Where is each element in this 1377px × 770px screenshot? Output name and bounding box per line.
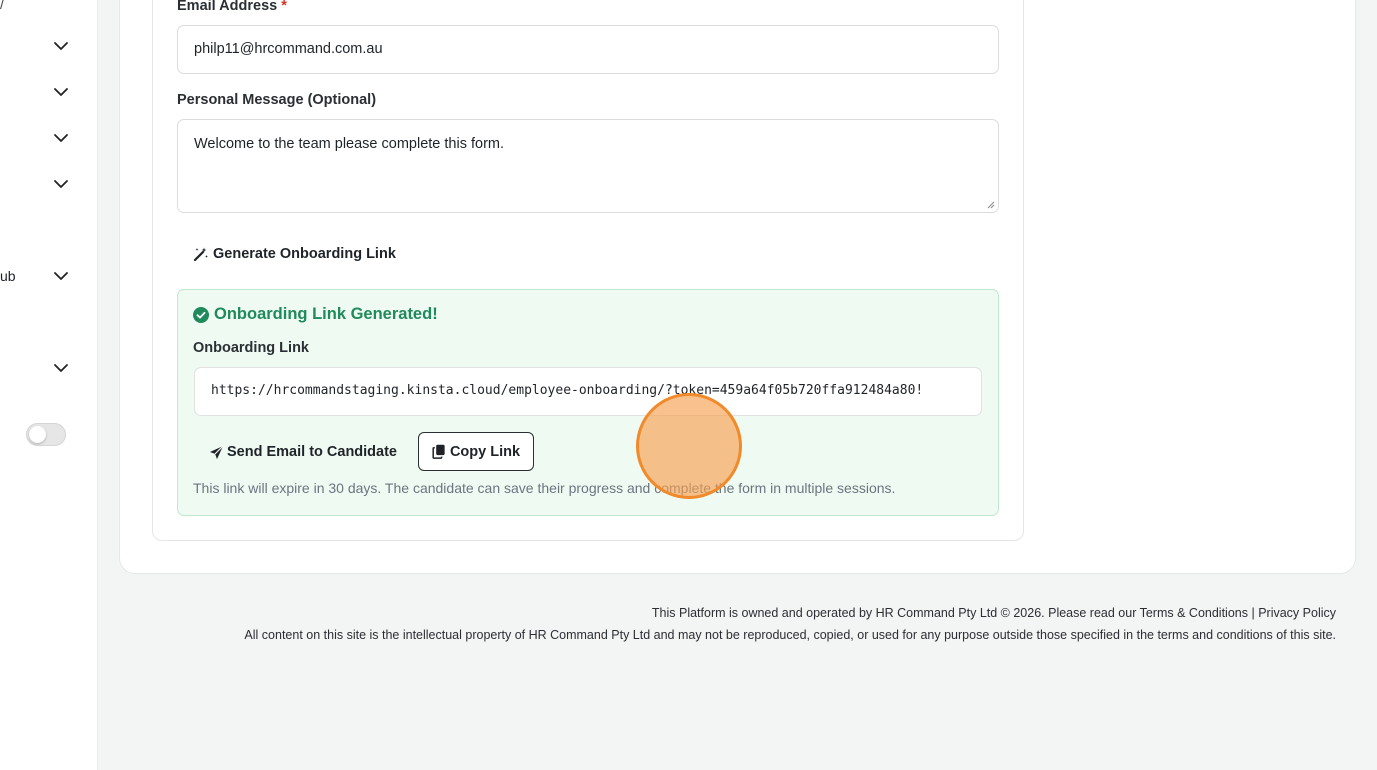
sidebar-item-label: ub	[0, 268, 16, 284]
send-email-label: Send Email to Candidate	[227, 444, 397, 460]
footer-ownership: This Platform is owned and operated by H…	[652, 606, 1336, 620]
sidebar-item-1[interactable]	[0, 31, 98, 61]
email-label: Email Address *	[177, 0, 287, 14]
sidebar-item-5[interactable]: ub	[0, 261, 98, 291]
sidebar-item-2[interactable]	[0, 77, 98, 107]
sidebar: / ub	[0, 0, 98, 770]
sidebar-text-fragment: /	[0, 0, 4, 12]
privacy-link[interactable]: Privacy Policy	[1258, 606, 1336, 620]
copy-icon	[432, 444, 445, 459]
email-field[interactable]: philp11@hrcommand.com.au	[177, 25, 999, 74]
email-value: philp11@hrcommand.com.au	[194, 41, 383, 57]
chevron-down-icon[interactable]	[52, 129, 70, 147]
onboarding-link-value: https://hrcommandstaging.kinsta.cloud/em…	[211, 383, 924, 398]
chevron-down-icon[interactable]	[52, 83, 70, 101]
onboarding-link-label: Onboarding Link	[193, 340, 309, 356]
message-value: Welcome to the team please complete this…	[194, 136, 505, 152]
expiry-note: This link will expire in 30 days. The ca…	[193, 480, 896, 496]
required-marker: *	[281, 0, 287, 14]
personal-message-textarea[interactable]: Welcome to the team please complete this…	[177, 119, 999, 213]
paper-plane-icon	[209, 445, 224, 459]
chevron-down-icon[interactable]	[52, 37, 70, 55]
onboarding-link-field[interactable]: https://hrcommandstaging.kinsta.cloud/em…	[194, 367, 982, 416]
footer-copyright-notice: All content on this site is the intellec…	[244, 628, 1336, 642]
click-indicator	[636, 393, 742, 499]
chevron-down-icon[interactable]	[52, 175, 70, 193]
toggle-knob	[29, 426, 46, 443]
terms-link[interactable]: Terms & Conditions	[1140, 606, 1248, 620]
footer-ownership-text: This Platform is owned and operated by H…	[651, 606, 1137, 620]
email-label-text: Email Address	[177, 0, 278, 14]
sidebar-item-4[interactable]	[0, 169, 98, 199]
copy-link-label: Copy Link	[449, 443, 521, 460]
sidebar-toggle-switch[interactable]	[26, 423, 66, 446]
sidebar-item-3[interactable]	[0, 123, 98, 153]
chevron-down-icon[interactable]	[52, 267, 70, 285]
sidebar-item-6[interactable]	[0, 353, 98, 383]
copy-link-button[interactable]: Copy Link	[418, 432, 534, 471]
send-email-button[interactable]: Send Email to Candidate	[209, 441, 397, 463]
success-title-text: Onboarding Link Generated!	[214, 305, 438, 323]
chevron-down-icon[interactable]	[52, 359, 70, 377]
message-label: Personal Message (Optional)	[177, 92, 377, 108]
generate-link-button[interactable]: Generate Onboarding Link	[193, 243, 396, 265]
footer-separator: |	[1251, 606, 1255, 620]
check-circle-icon	[193, 306, 209, 323]
resize-handle-icon[interactable]	[987, 201, 995, 209]
success-title: Onboarding Link Generated!	[193, 305, 438, 324]
magic-wand-icon	[193, 247, 208, 262]
generate-link-label: Generate Onboarding Link	[213, 246, 396, 262]
